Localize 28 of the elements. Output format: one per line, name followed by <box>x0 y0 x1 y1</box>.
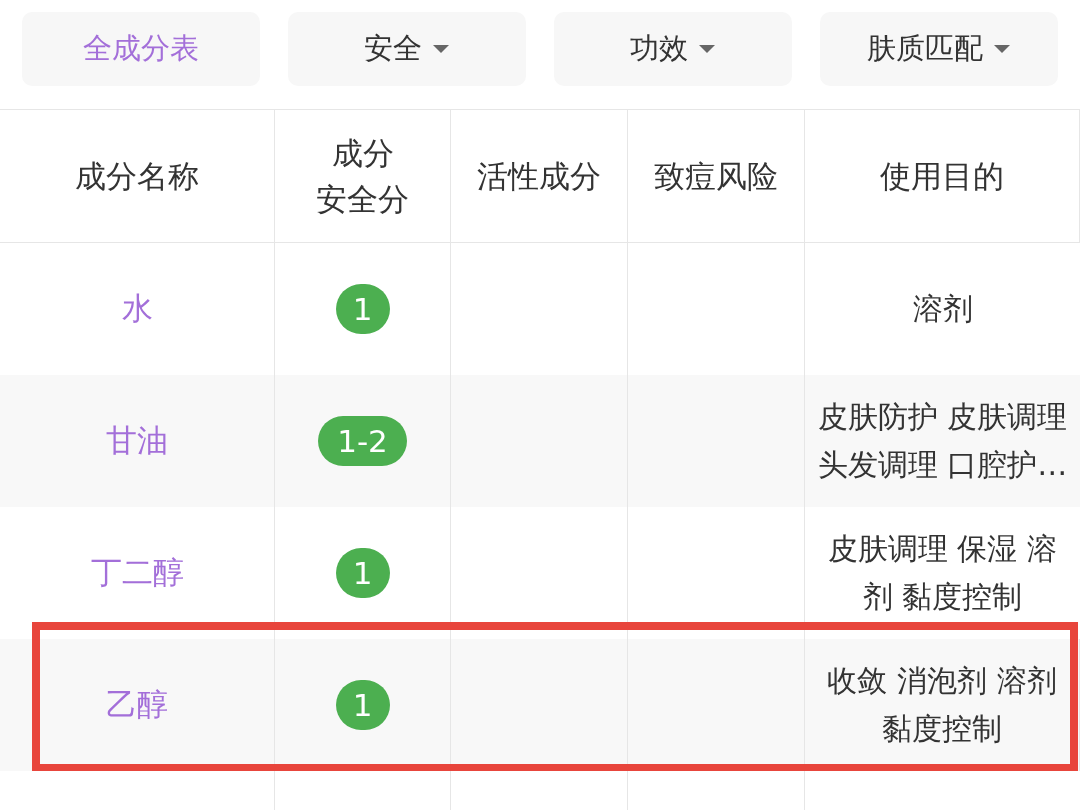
column-header: 安全分 <box>316 180 409 219</box>
column-header: 成分 <box>331 134 394 173</box>
filter-tab[interactable]: 全成分表 <box>22 12 260 86</box>
column-header: 使用目的 <box>880 157 1004 196</box>
ingredient-link[interactable]: 甘油 <box>106 420 168 462</box>
score-badge: 1 <box>335 284 390 334</box>
score-badge: 1 <box>335 680 390 730</box>
caret-icon <box>993 44 1011 54</box>
column-header: 成分名称 <box>75 157 199 196</box>
purpose-text: 溶剂 <box>912 290 973 328</box>
filter-tab[interactable]: 功效 <box>554 12 792 86</box>
column-header: 致痘风险 <box>654 157 778 196</box>
score-badge: 1-2 <box>318 416 407 466</box>
purpose-text: 皮肤调理 保湿 溶 <box>827 530 1058 568</box>
ingredient-link[interactable]: 水 <box>121 288 153 330</box>
ingredient-link[interactable]: 丁二醇 <box>90 552 184 594</box>
caret-icon <box>698 44 716 54</box>
score-badge: 1 <box>335 548 390 598</box>
purpose-text: 剂 黏度控制 <box>862 578 1023 616</box>
purpose-text: 黏度控制 <box>882 710 1002 748</box>
column-header: 活性成分 <box>477 157 601 196</box>
purpose-text: 头发调理 口腔护… <box>817 446 1068 484</box>
filter-tab[interactable]: 肤质匹配 <box>820 12 1058 86</box>
caret-icon <box>432 44 450 54</box>
filter-tab[interactable]: 安全 <box>288 12 526 86</box>
purpose-text: 皮肤防护 皮肤调理 <box>817 398 1068 436</box>
purpose-text: 收敛 消泡剂 溶剂 <box>827 662 1057 700</box>
ingredient-link[interactable]: 乙醇 <box>106 684 168 726</box>
